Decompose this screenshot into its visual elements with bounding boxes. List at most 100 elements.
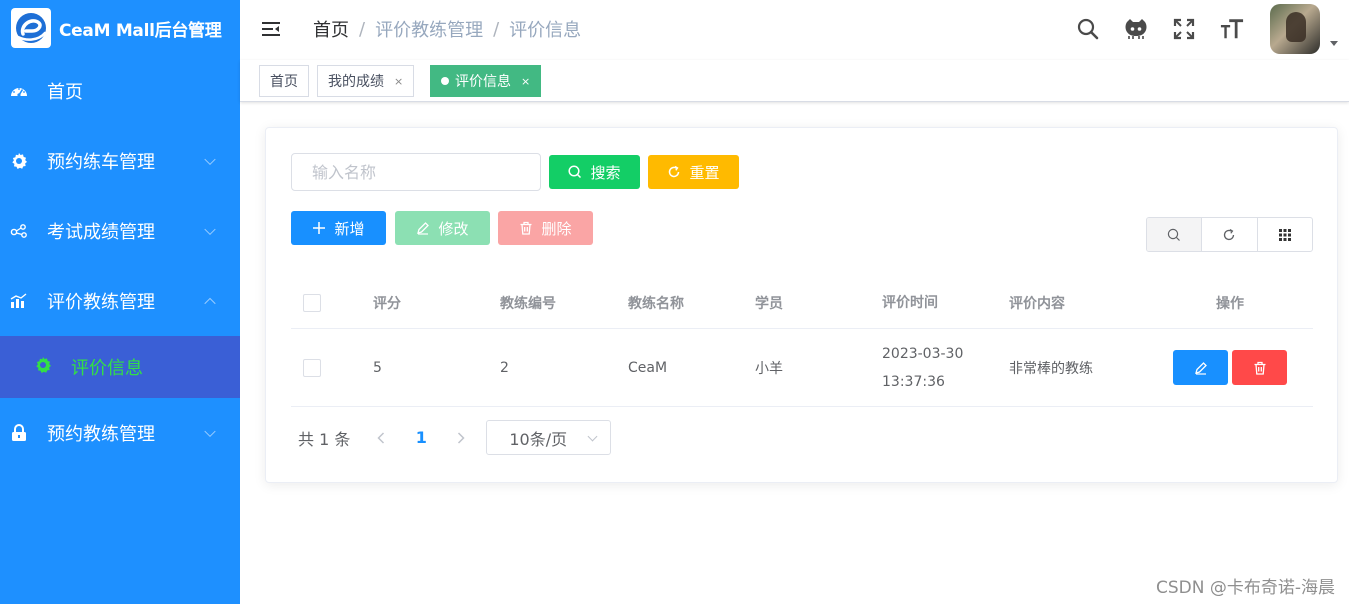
refresh-button[interactable]: [1202, 218, 1258, 251]
table-header: 评分 教练编号 教练名称 学员 评价时间 评价内容 操作: [291, 278, 1313, 329]
search-button-label: 搜索: [590, 163, 621, 182]
tag-label: 首页: [270, 74, 298, 90]
hamburger-icon[interactable]: [260, 18, 282, 40]
breadcrumb-home[interactable]: 首页: [313, 16, 349, 42]
search-button[interactable]: 搜索: [549, 155, 640, 189]
sidebar-item-exam-scores[interactable]: 考试成绩管理: [0, 196, 240, 266]
next-page-button[interactable]: [446, 431, 476, 444]
row-checkbox[interactable]: [303, 358, 321, 377]
sidebar-item-coach-booking[interactable]: 预约教练管理: [0, 398, 240, 468]
pagination: 共 1 条 1 10条/页: [298, 420, 612, 455]
row-checkbox-cell: [291, 358, 373, 377]
edit-button-label: 修改: [438, 219, 469, 238]
sidebar-item-practice-booking[interactable]: 预约练车管理: [0, 126, 240, 196]
cell-score: 5: [373, 359, 382, 376]
edit-button[interactable]: 修改: [395, 211, 490, 245]
caret-down-icon[interactable]: [1330, 40, 1338, 46]
chevron-down-icon: [204, 153, 216, 166]
tag-home[interactable]: 首页: [259, 65, 309, 97]
app-logo[interactable]: CeaM Mall后台管理: [0, 0, 240, 56]
lock-icon: [10, 424, 28, 442]
bar-chart-icon: [10, 292, 28, 310]
sidebar-item-label: 预约练车管理: [47, 152, 155, 173]
cell-time: 2023-03-30 13:37:36: [882, 345, 964, 390]
cell-content: 非常棒的教练: [1009, 360, 1093, 377]
cell-student: 小羊: [755, 360, 783, 377]
header-coach-name: 教练名称: [628, 296, 684, 312]
dashboard-icon: [10, 82, 28, 100]
select-all-checkbox[interactable]: [303, 294, 321, 312]
fullscreen-icon[interactable]: [1172, 17, 1196, 41]
search-icon: [1167, 228, 1181, 241]
header-operations: 操作: [1216, 296, 1244, 312]
delete-button-label: 删除: [541, 219, 572, 238]
delete-button[interactable]: 删除: [498, 211, 593, 245]
page-size-select[interactable]: 10条/页: [486, 420, 612, 455]
search-input[interactable]: [291, 153, 541, 191]
github-icon[interactable]: [1124, 17, 1148, 41]
breadcrumb-separator: /: [493, 18, 500, 40]
tag-my-scores[interactable]: 我的成绩 ×: [317, 65, 415, 97]
content-card: 搜索 重置 新增 修改 删除 评分 教练编号 教练名称 学员 评: [265, 127, 1338, 483]
sidebar-item-home[interactable]: 首页: [0, 56, 240, 126]
pagination-total: 共 1 条: [298, 429, 351, 449]
chevron-down-icon: [204, 223, 216, 236]
gear-icon: [10, 152, 28, 170]
reset-button-label: 重置: [689, 163, 720, 182]
sidebar-subitem-label: 评价信息: [71, 358, 143, 379]
sidebar-subitem-evaluation-info[interactable]: 评价信息: [0, 336, 240, 398]
tag-label: 我的成绩: [328, 74, 384, 90]
grid-icon: [1278, 228, 1291, 241]
search-icon[interactable]: [1076, 17, 1100, 41]
trash-icon: [1254, 361, 1265, 375]
sidebar-item-label: 考试成绩管理: [47, 222, 155, 243]
columns-button[interactable]: [1258, 218, 1312, 251]
chevron-down-icon: [204, 425, 216, 438]
edit-icon: [417, 222, 430, 235]
gear-icon: [34, 356, 52, 378]
page-size-value: 10条/页: [509, 429, 568, 449]
user-avatar[interactable]: [1270, 4, 1320, 54]
close-icon[interactable]: ×: [521, 75, 530, 88]
cell-operations: [1147, 350, 1313, 385]
breadcrumb: 首页 / 评价教练管理 / 评价信息: [313, 16, 581, 42]
tags-view: 首页 我的成绩 × 评价信息 ×: [240, 60, 1349, 102]
header-tools: [1052, 0, 1349, 58]
toggle-search-button[interactable]: [1147, 218, 1203, 251]
sidebar-item-label: 预约教练管理: [47, 424, 155, 445]
refresh-icon: [669, 165, 680, 178]
page-number[interactable]: 1: [396, 428, 446, 447]
row-edit-button[interactable]: [1173, 350, 1228, 385]
add-button[interactable]: 新增: [291, 211, 386, 245]
chevron-left-icon: [377, 431, 385, 444]
edit-icon: [1194, 361, 1207, 375]
add-button-label: 新增: [334, 219, 365, 238]
header-coach-no: 教练编号: [500, 296, 556, 312]
watermark: CSDN @卡布奇诺-海晨: [1155, 578, 1335, 598]
search-icon: [568, 165, 582, 179]
prev-page-button[interactable]: [366, 431, 396, 444]
text-size-icon[interactable]: [1220, 17, 1244, 41]
header-checkbox-cell: [291, 294, 373, 312]
share-nodes-icon: [10, 222, 28, 240]
refresh-icon: [1224, 228, 1235, 240]
plus-icon: [313, 222, 326, 234]
header-student: 学员: [755, 296, 783, 312]
sidebar-item-coach-evaluation[interactable]: 评价教练管理: [0, 266, 240, 336]
tag-evaluation-info[interactable]: 评价信息 ×: [430, 65, 542, 97]
cell-coach-name: CeaM: [628, 359, 668, 376]
cell-coach-no: 2: [500, 359, 509, 376]
breadcrumb-evaluation-info: 评价信息: [509, 20, 582, 41]
breadcrumb-separator: /: [359, 18, 366, 40]
chevron-up-icon: [204, 297, 216, 310]
data-table: 评分 教练编号 教练名称 学员 评价时间 评价内容 操作 5 2 CeaM 小羊…: [291, 278, 1313, 407]
row-delete-button[interactable]: [1232, 350, 1287, 385]
chevron-down-icon: [587, 431, 598, 442]
trash-icon: [520, 221, 532, 235]
breadcrumb-coach-evaluation: 评价教练管理: [375, 20, 484, 41]
reset-button[interactable]: 重置: [648, 155, 739, 189]
sidebar: CeaM Mall后台管理 首页 预约练车管理 考试成绩管理 评价教练管理 评价…: [0, 0, 240, 604]
tag-label: 评价信息: [455, 74, 511, 90]
close-icon[interactable]: ×: [394, 75, 403, 88]
header-score: 评分: [373, 296, 401, 312]
